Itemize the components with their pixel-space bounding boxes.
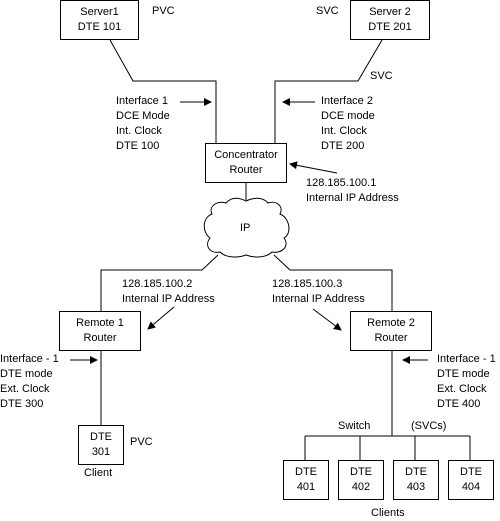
dte402-line2: 402 bbox=[351, 481, 371, 493]
interface1-name: Interface 1 bbox=[116, 95, 168, 107]
remote1-interface-clock: Ext. Clock bbox=[0, 383, 50, 395]
interface2-clock: Int. Clock bbox=[321, 125, 367, 137]
remote1-ip-caption: Internal IP Address bbox=[122, 293, 215, 305]
remote1-name: Remote 1 bbox=[76, 317, 124, 329]
switch-label: Switch bbox=[338, 420, 371, 432]
concentrator-type: Router bbox=[229, 164, 263, 176]
dte404-node: DTE 404 bbox=[448, 460, 494, 500]
interface2-name: Interface 2 bbox=[321, 95, 373, 107]
ip-cloud-label: IP bbox=[240, 222, 251, 234]
arrow-remote2-ip bbox=[312, 308, 342, 331]
concentrator-ip-caption: Internal IP Address bbox=[306, 192, 399, 204]
svcs-label: (SVCs) bbox=[411, 420, 447, 432]
connection-lines bbox=[70, 39, 471, 461]
remote2-name: Remote 2 bbox=[367, 317, 415, 329]
concentrator-ip-label: 128.185.100.1 Internal IP Address bbox=[306, 176, 399, 206]
arrow-remote1-ip bbox=[147, 306, 175, 330]
arrow-concentrator-ip bbox=[289, 161, 338, 174]
remote2-type: Router bbox=[374, 332, 408, 344]
dte301-line1: DTE bbox=[90, 431, 112, 443]
remote2-interface-name: Interface - 1 bbox=[437, 353, 496, 365]
interface2-dte: DTE 200 bbox=[321, 140, 365, 152]
remote1-router-node: Remote 1 Router bbox=[59, 311, 141, 351]
server2-dte: DTE 201 bbox=[368, 21, 412, 33]
dte301-node: DTE 301 bbox=[78, 425, 124, 465]
remote1-type: Router bbox=[83, 332, 117, 344]
server1-pvc-label: PVC bbox=[152, 5, 175, 17]
server1-dte: DTE 101 bbox=[77, 21, 122, 33]
dte403-node: DTE 403 bbox=[393, 460, 439, 500]
interface1-mode: DCE Mode bbox=[116, 110, 170, 122]
dte401-line2: 401 bbox=[296, 481, 316, 493]
interface1-label: Interface 1 DCE Mode Int. Clock DTE 100 bbox=[116, 94, 170, 154]
interface1-dte: DTE 100 bbox=[116, 140, 160, 152]
server2-node: Server 2 DTE 201 bbox=[350, 0, 430, 40]
dte404-line1: DTE bbox=[460, 466, 482, 478]
client-label: Client bbox=[84, 467, 113, 479]
remote2-router-node: Remote 2 Router bbox=[350, 311, 432, 351]
server1-name: Server1 bbox=[80, 6, 119, 18]
dte401-node: DTE 401 bbox=[283, 460, 329, 500]
remote1-interface-mode: DTE mode bbox=[0, 368, 53, 380]
remote1-interface-label: Interface - 1 DTE mode Ext. Clock DTE 30… bbox=[0, 352, 59, 412]
remote1-interface-name: Interface - 1 bbox=[0, 353, 59, 365]
concentrator-name: Concentrator bbox=[214, 149, 278, 161]
remote2-interface-label: Interface - 1 DTE mode Ext. Clock DTE 40… bbox=[437, 352, 496, 412]
remote2-ip-label: 128.185.100.3 Internal IP Address bbox=[272, 277, 365, 307]
dte403-line2: 403 bbox=[406, 481, 426, 493]
server1-node: Server1 DTE 101 bbox=[60, 0, 139, 40]
server2-name: Server 2 bbox=[369, 6, 411, 18]
remote2-interface-dte: DTE 400 bbox=[437, 398, 481, 410]
concentrator-router-node: Concentrator Router bbox=[205, 143, 287, 183]
concentrator-ip-address: 128.185.100.1 bbox=[306, 177, 377, 189]
remote1-interface-dte: DTE 300 bbox=[0, 398, 44, 410]
dte301-pvc-label: PVC bbox=[130, 436, 153, 448]
remote2-interface-mode: DTE mode bbox=[437, 368, 490, 380]
server2-line-svc-label: SVC bbox=[370, 70, 393, 82]
dte403-line1: DTE bbox=[405, 466, 427, 478]
server2-svc-label: SVC bbox=[316, 5, 339, 17]
remote1-ip-label: 128.185.100.2 Internal IP Address bbox=[122, 277, 215, 307]
interface2-label: Interface 2 DCE mode Int. Clock DTE 200 bbox=[321, 94, 375, 154]
remote1-ip-address: 128.185.100.2 bbox=[122, 278, 193, 290]
dte404-line2: 404 bbox=[461, 481, 481, 493]
interface1-clock: Int. Clock bbox=[116, 125, 162, 137]
dte402-node: DTE 402 bbox=[338, 460, 384, 500]
remote2-ip-address: 128.185.100.3 bbox=[272, 278, 343, 290]
dte401-line1: DTE bbox=[295, 466, 317, 478]
dte301-line2: 301 bbox=[91, 446, 111, 458]
dte402-line1: DTE bbox=[350, 466, 372, 478]
remote2-interface-clock: Ext. Clock bbox=[437, 383, 487, 395]
interface2-mode: DCE mode bbox=[321, 110, 375, 122]
remote2-ip-caption: Internal IP Address bbox=[272, 293, 365, 305]
